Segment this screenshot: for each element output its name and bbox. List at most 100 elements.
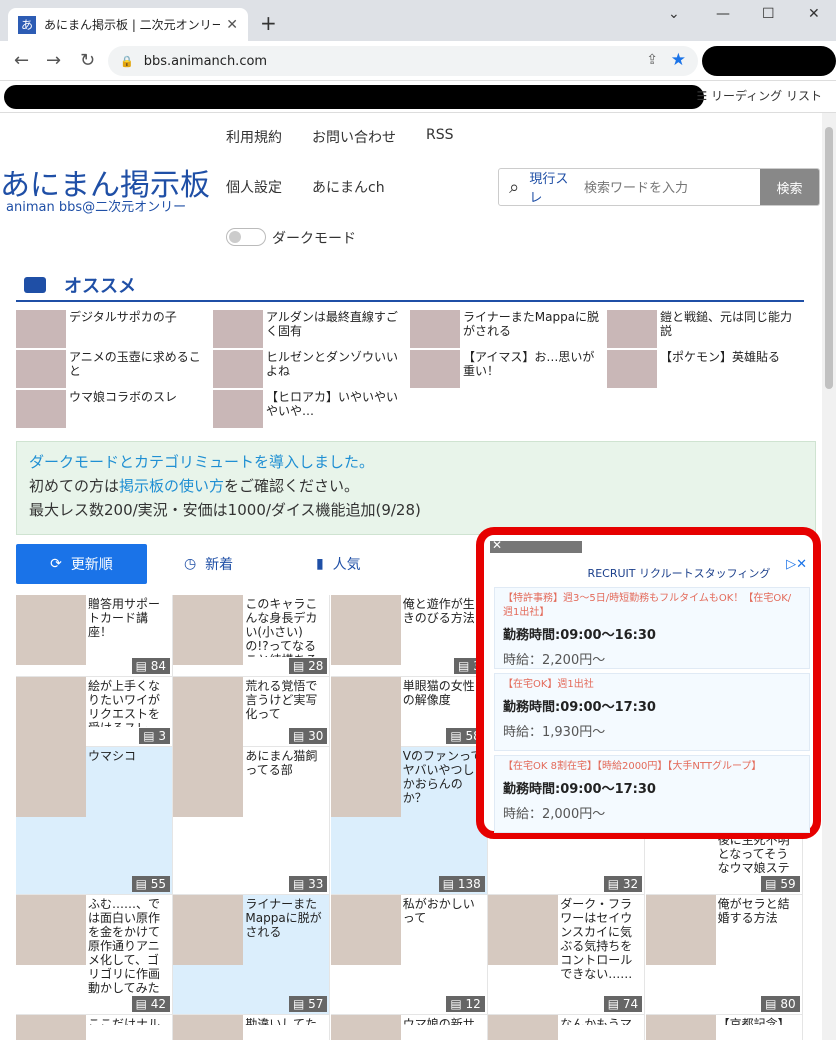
recommend-item[interactable]: ヒルゼンとダンゾウいいよね <box>213 350 409 388</box>
reply-count-badge: ▤ 84 <box>131 658 170 674</box>
reply-count-badge: ▤ 12 <box>446 996 485 1012</box>
thread-card[interactable]: あにまん猫飼ってる部 ▤ 33 <box>173 747 331 895</box>
recommend-title: アルダンは最終直線すごく固有 <box>266 310 398 338</box>
thread-card[interactable]: ふむ……、では面白い原作を金をかけて原作通りアニメ化して、ゴリゴリに作画動かして… <box>16 895 173 1015</box>
thread-card[interactable]: 荒れる覚悟で言うけど実写化って ▤ 30 <box>173 677 331 747</box>
thread-card[interactable]: このキャラこんな身長デカい(小さい)の!?ってなること結構あるよね▤ 28 <box>173 595 331 677</box>
thread-card[interactable]: 勘違いしてた <box>173 1015 331 1040</box>
link-rss[interactable]: RSS <box>426 127 454 143</box>
search-box: ⌕ 現行スレ 検索 <box>498 168 820 206</box>
ad-job-listing[interactable]: 【在宅OK】週1出社 勤務時間:09:00〜17:30 時給：1,930円〜 <box>494 673 810 751</box>
sort-updated-button[interactable]: ⟳ 更新順 <box>16 544 147 584</box>
ad-headline: 【特許事務】週3〜5日/時短勤務もフルタイムもOK！【在宅OK/週1出社】 <box>503 593 792 618</box>
search-input[interactable] <box>583 179 760 195</box>
tab-search-icon[interactable]: ⌄ <box>668 6 680 22</box>
link-settings[interactable]: 個人設定 <box>226 177 282 197</box>
title-bar: あ あにまん掲示板 | 二次元オンリー ✕ + ⌄ — ☐ ✕ <box>0 0 836 41</box>
reply-count-badge: ▤ 30 <box>288 728 328 744</box>
maximize-button[interactable]: ☐ <box>762 6 775 22</box>
thread-card[interactable]: ダーク・フラワーはセイウンスカイに気ぶる気持ちをコントロールできない…… ▤ 74 <box>488 895 646 1015</box>
reply-count: 42 <box>150 997 166 1011</box>
thread-card[interactable]: 単眼猫の女性の解像度 ▤ 58 <box>330 677 488 747</box>
comment-icon: ▤ <box>292 729 309 743</box>
recommend-item[interactable]: 【ヒロアカ】いやいやいやいや… <box>213 390 409 428</box>
ad-close-bar[interactable]: ✕ <box>490 538 582 553</box>
guide-link[interactable]: 掲示板の使い方 <box>119 477 224 495</box>
thread-card[interactable]: 【京都記念】 <box>645 1015 803 1040</box>
comment-icon: ▤ <box>458 659 474 673</box>
thread-thumbnail <box>488 1015 559 1040</box>
thread-card[interactable]: 私がおかしいって ▤ 12 <box>330 895 488 1015</box>
scrollbar[interactable] <box>822 113 836 1040</box>
darkmode-label: ダークモード <box>272 231 356 247</box>
comment-icon: ▤ <box>442 877 458 891</box>
recommend-item[interactable]: ライナーまたMappaに脱がされる <box>410 310 606 348</box>
thread-card[interactable]: 俺がセラと結婚する方法 ▤ 80 <box>645 895 803 1015</box>
reply-count: 12 <box>465 997 481 1011</box>
ad-job-listing[interactable]: 【在宅OK 8割在宅】【時給2000円】【大手NTTグループ】 勤務時間:09:0… <box>494 755 810 833</box>
ad-close-icon[interactable]: ✕ <box>492 538 502 552</box>
thread-thumbnail <box>16 595 86 665</box>
search-button[interactable]: 検索 <box>759 169 819 205</box>
recommend-title: アニメの玉壺に求めること <box>69 350 201 378</box>
close-tab-icon[interactable]: ✕ <box>226 17 238 33</box>
thread-card[interactable]: 贈答用サポートカード講座！ ▤ 84 <box>16 595 173 677</box>
reply-count: 55 <box>150 877 166 891</box>
thread-title: このキャラこんな身長デカい(小さい)の!?ってなること結構あるよね <box>245 597 318 657</box>
recommend-item[interactable]: デジタルサポカの子 <box>16 310 212 348</box>
thread-thumbnail <box>330 747 401 817</box>
thread-thumbnail <box>173 895 244 965</box>
sort-new-button[interactable]: ◷ 新着 <box>184 544 233 584</box>
minimize-button[interactable]: — <box>716 6 730 22</box>
thread-thumbnail <box>16 895 86 965</box>
link-terms[interactable]: 利用規約 <box>226 127 282 147</box>
thread-title: 贈答用サポートカード講座！ <box>88 597 161 639</box>
thread-thumbnail <box>173 677 244 747</box>
address-bar[interactable]: 🔒 bbs.animanch.com ⇪ ★ <box>108 46 698 76</box>
site-logo-sub: animan bbs@二次元オンリー <box>6 200 187 215</box>
recommend-title: 鎧と戦鎚、元は同じ能力説 <box>660 310 793 338</box>
adchoices-icon[interactable]: ▷✕ <box>786 557 807 572</box>
bookmark-star-icon[interactable]: ★ <box>671 50 686 70</box>
recommend-item[interactable]: 【ポケモン】英雄貼る <box>607 350 803 388</box>
recommend-item[interactable]: アニメの玉壺に求めること <box>16 350 212 388</box>
thread-card[interactable]: 絵が上手くなりたいワイがリクエストを受けるスレ▤ 3 <box>16 677 173 747</box>
ad-wage: 時給：2,000円〜 <box>503 807 606 822</box>
new-tab-button[interactable]: + <box>260 11 277 35</box>
thread-card[interactable]: ライナーまたMappaに脱がされる ▤ 57 <box>173 895 331 1015</box>
darkmode-toggle[interactable] <box>226 228 266 246</box>
sort-popular-button[interactable]: ▮ 人気 <box>316 544 361 584</box>
thread-card[interactable]: Vのファンってヤバいやつしかおらんのか？ ▤ 138 <box>330 747 488 895</box>
reply-count-badge: ▤ 42 <box>131 996 170 1012</box>
browser-tab[interactable]: あ あにまん掲示板 | 二次元オンリー ✕ <box>8 8 248 41</box>
comment-icon: ▤ <box>292 877 309 891</box>
recommend-item[interactable]: 【アイマス】お…思いが重い！ <box>410 350 606 388</box>
reload-icon[interactable]: ↻ <box>80 50 95 71</box>
comment-icon: ▤ <box>135 877 151 891</box>
thread-card[interactable]: ウマシコ ▤ 55 <box>16 747 173 895</box>
recommend-item[interactable]: 鎧と戦鎚、元は同じ能力説 <box>607 310 803 348</box>
close-window-button[interactable]: ✕ <box>808 6 820 22</box>
forward-icon[interactable]: → <box>46 50 61 71</box>
comment-icon: ▤ <box>765 997 781 1011</box>
thread-title: ライナーまたMappaに脱がされる <box>245 897 322 939</box>
comment-icon: ▤ <box>607 877 623 891</box>
thread-card[interactable]: ここだけナル <box>16 1015 173 1040</box>
share-icon[interactable]: ⇪ <box>646 52 658 68</box>
link-contact[interactable]: お問い合わせ <box>312 127 396 147</box>
reply-count-badge: ▤ 3 <box>139 728 170 744</box>
thread-card[interactable]: ウマ娘の新サ <box>330 1015 488 1040</box>
scroll-thumb[interactable] <box>825 127 833 389</box>
reading-list-button[interactable]: ☰ リーディング リスト <box>696 87 822 104</box>
thread-card[interactable]: なんかもうマ <box>488 1015 646 1040</box>
reply-count-badge: ▤ 28 <box>288 658 328 674</box>
recommend-thumbnail <box>16 310 66 348</box>
recommend-item[interactable]: アルダンは最終直線すごく固有 <box>213 310 409 348</box>
ad-job-listing[interactable]: 【特許事務】週3〜5日/時短勤務もフルタイムもOK！【在宅OK/週1出社】 勤務時… <box>494 587 810 669</box>
thread-card[interactable]: 俺と遊作が生きのびる方法▤ 3 <box>330 595 488 677</box>
reply-count: 32 <box>622 877 639 891</box>
back-icon[interactable]: ← <box>14 50 29 71</box>
recommend-item[interactable]: ウマ娘コラボのスレ <box>16 390 212 428</box>
search-scope[interactable]: 現行スレ <box>529 169 576 205</box>
link-animanch[interactable]: あにまんch <box>312 177 385 197</box>
